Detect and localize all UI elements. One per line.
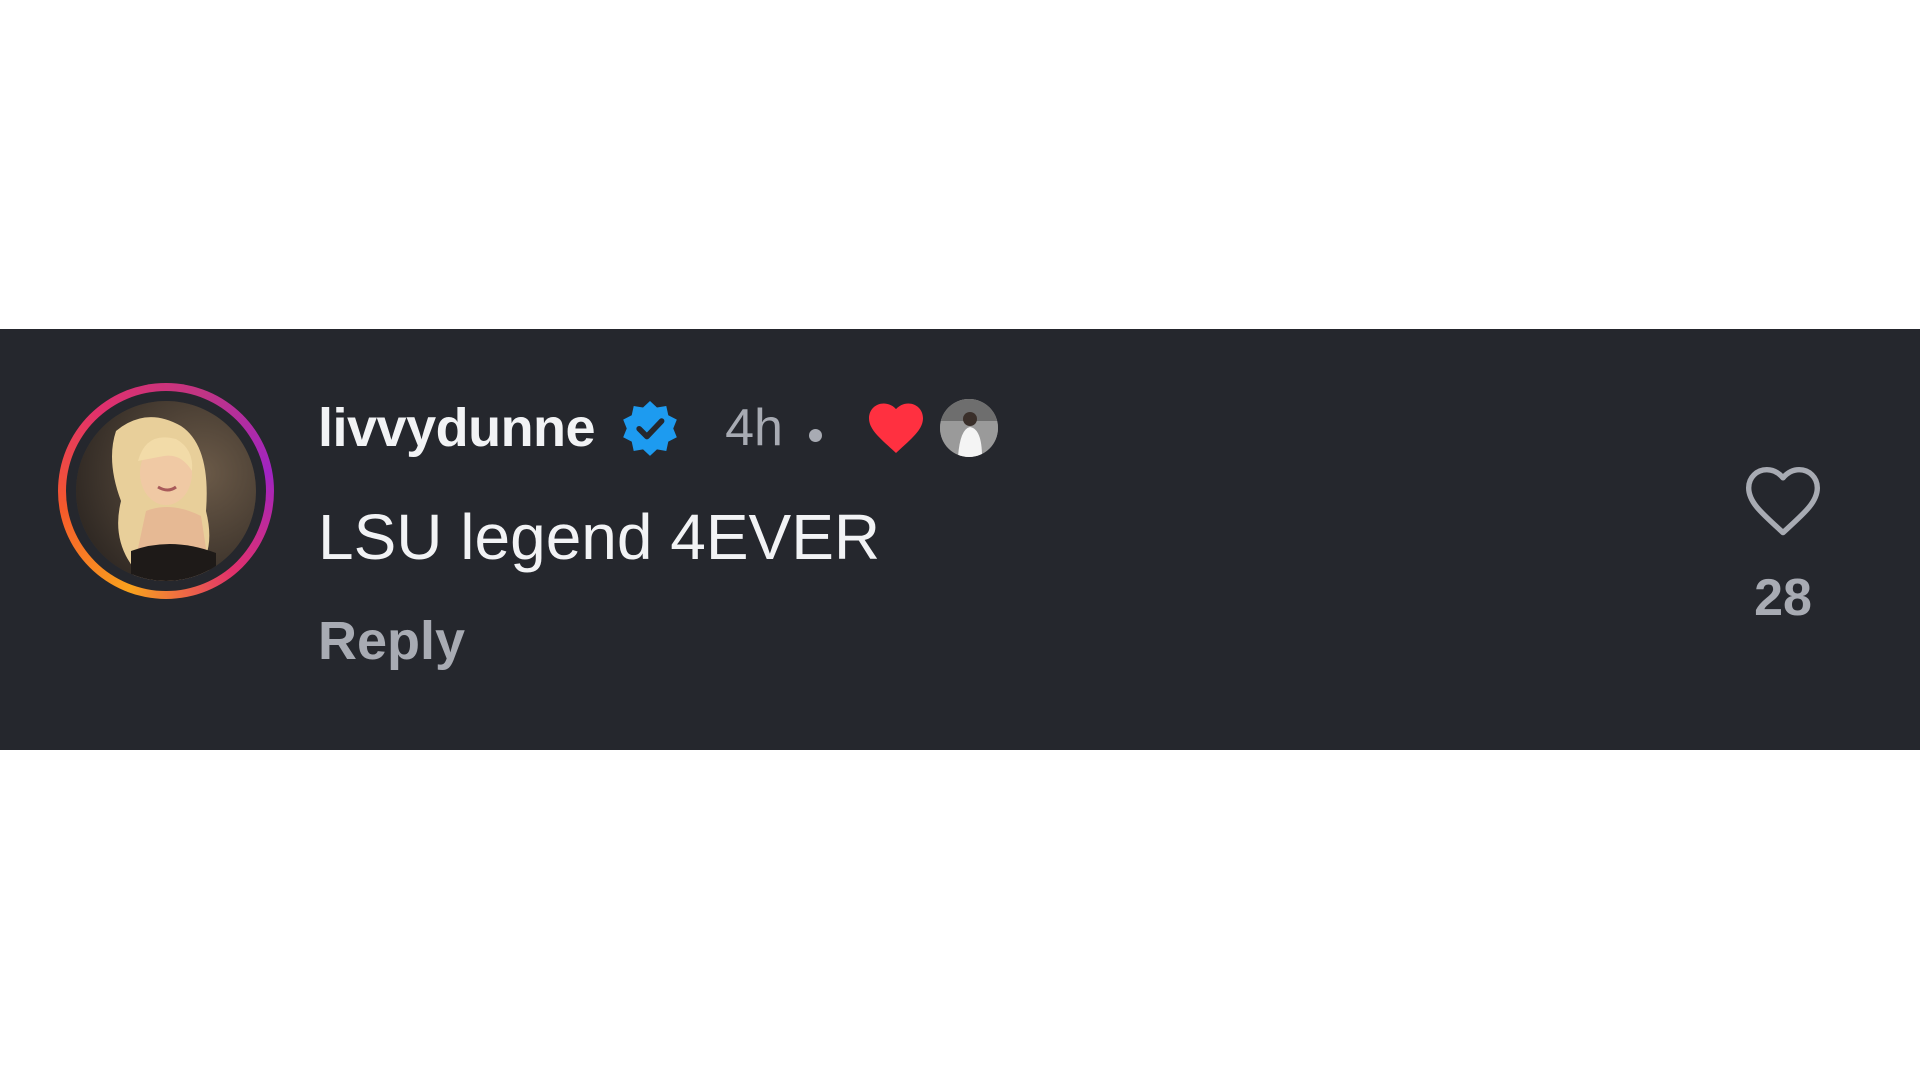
separator-dot xyxy=(808,428,822,442)
timestamp: 4h xyxy=(725,399,783,457)
username-link[interactable]: livvydunne xyxy=(318,401,596,455)
verified-badge-icon xyxy=(617,395,683,461)
comment-header: livvydunne 4h xyxy=(318,392,998,464)
reply-button[interactable]: Reply xyxy=(318,614,465,668)
heart-outline-icon[interactable] xyxy=(1742,464,1824,538)
creator-avatar xyxy=(939,399,998,457)
creator-liked-heart-icon xyxy=(866,400,928,456)
like-count: 28 xyxy=(1754,569,1812,627)
avatar-photo xyxy=(76,401,256,581)
comment-text: LSU legend 4EVER xyxy=(318,501,881,573)
page: livvydunne 4h LSU legend 4EVER Reply 28 xyxy=(0,0,1920,1080)
story-ring[interactable] xyxy=(58,383,274,599)
avatar[interactable] xyxy=(76,401,256,581)
